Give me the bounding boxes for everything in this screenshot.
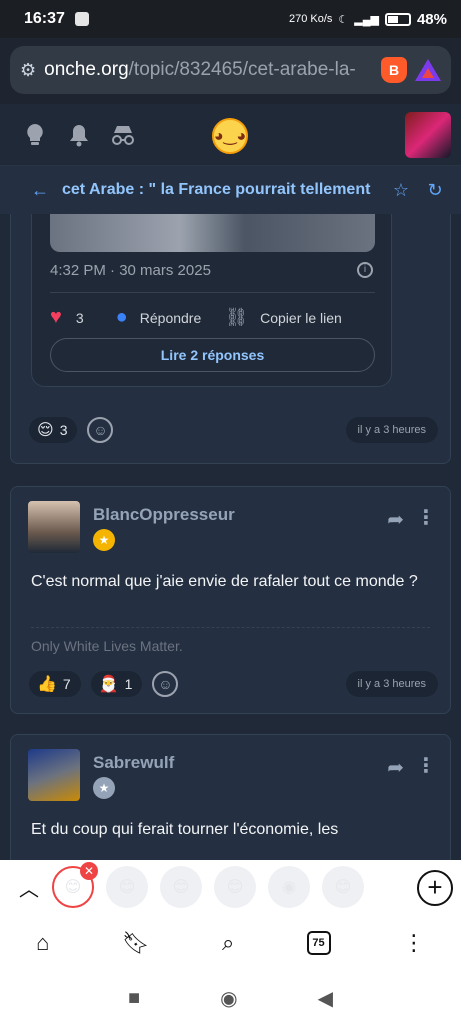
add-reaction-icon[interactable]: ☺ <box>87 417 114 443</box>
search-icon[interactable]: ⌕ <box>222 930 234 956</box>
post-card: Sabrewulf ★ ➦ ⋮ Et du coup qui ferait to… <box>10 734 451 860</box>
author-avatar[interactable] <box>28 749 80 801</box>
battery-percent: 48% <box>416 10 447 28</box>
reaction-chip[interactable]: 🎅 1 <box>90 671 143 697</box>
recents-icon[interactable]: ■ <box>128 987 140 1010</box>
tweet-copy-link[interactable]: Copier le lien <box>260 310 342 326</box>
emoji-item[interactable]: 😊 <box>322 866 364 908</box>
emoji-item[interactable]: 😊 <box>160 866 202 908</box>
reaction-count: 3 <box>59 422 68 438</box>
more-options-icon[interactable]: ⋮ <box>416 753 436 778</box>
author-name[interactable]: Sabrewulf <box>93 753 174 773</box>
site-settings-icon[interactable]: ⚙ <box>20 60 36 81</box>
star-icon[interactable]: ☆ <box>389 180 413 201</box>
home-circle-icon[interactable]: ◉ <box>220 986 237 1011</box>
silver-star-badge-icon: ★ <box>93 777 115 799</box>
post-time: il y a 3 heures <box>345 417 438 443</box>
topic-bar: ← cet Arabe : " la France pourrait telle… <box>0 166 461 214</box>
incognito-icon[interactable] <box>110 122 136 148</box>
post-time: il y a 3 heures <box>345 671 438 697</box>
reply-bubble-icon[interactable]: ● <box>116 306 128 329</box>
url-path: /topic/832465/cet-arabe-la- <box>128 59 356 80</box>
emoji-item[interactable]: ◉ <box>268 866 310 908</box>
post-body: Et du coup qui ferait tourner l'économie… <box>31 821 339 838</box>
close-icon[interactable]: ✕ <box>80 862 98 880</box>
smiley-emoji-icon: 😌 <box>37 422 54 439</box>
reaction-count: 1 <box>124 676 133 692</box>
share-icon[interactable]: ➦ <box>387 507 404 532</box>
user-avatar[interactable] <box>405 112 451 158</box>
emoji-bar: ︿ 😊 ✕ 😊 😊 😊 ◉ 😊 + <box>0 860 461 914</box>
bell-icon[interactable] <box>66 122 92 148</box>
chevron-up-icon[interactable]: ︿ <box>14 873 44 902</box>
brave-shields-icon[interactable]: B <box>381 57 407 83</box>
emoji-item[interactable]: 😊 ✕ <box>52 862 98 908</box>
thumbs-up-emoji-icon: 👍 <box>37 676 57 693</box>
site-header: ◕‿◕ <box>0 104 461 166</box>
back-arrow-icon[interactable]: ← <box>28 180 52 201</box>
lightbulb-icon[interactable] <box>22 122 48 148</box>
tweet-date[interactable]: 4:32 PM · 30 mars 2025 <box>50 262 211 279</box>
address-bar[interactable]: ⚙ onche.org/topic/832465/cet-arabe-la- B <box>10 46 451 94</box>
tweet-reply-link[interactable]: Répondre <box>140 310 202 326</box>
santa-emoji-icon: 🎅 <box>98 676 119 693</box>
reactions-row: 👍 7 🎅 1 ☺ il y a 3 heures <box>29 671 438 697</box>
author-name[interactable]: BlancOppresseur <box>93 505 235 525</box>
divider <box>50 292 375 293</box>
post-card: 4:32 PM · 30 mars 2025 i ♥ 3 ● Répondre … <box>10 214 451 464</box>
heart-icon[interactable]: ♥ <box>50 306 62 329</box>
signal-icon: ▂▄▆ <box>354 13 379 26</box>
browser-bottom-bar: ⌂ 🔖︎ ⌕ 75 ⋮ <box>0 914 461 972</box>
reaction-count: 7 <box>62 676 71 692</box>
share-icon[interactable]: ➦ <box>387 755 404 780</box>
brave-rewards-icon[interactable] <box>415 59 441 81</box>
tab-count-button[interactable]: 75 <box>306 931 331 955</box>
add-emoji-icon[interactable]: + <box>417 870 453 906</box>
site-logo-icon[interactable]: ◕‿◕ <box>212 118 248 154</box>
back-icon[interactable]: ◀ <box>318 986 333 1011</box>
refresh-icon[interactable]: ↻ <box>423 180 447 201</box>
link-icon[interactable]: ⛓ <box>225 307 248 328</box>
url-host: onche.org <box>44 59 129 80</box>
post-card: BlancOppresseur ★ ➦ ⋮ C'est normal que j… <box>10 486 451 714</box>
notification-icon <box>74 12 89 26</box>
topic-title[interactable]: cet Arabe : " la France pourrait telleme… <box>62 181 379 199</box>
embedded-tweet: 4:32 PM · 30 mars 2025 i ♥ 3 ● Répondre … <box>31 214 392 387</box>
read-replies-button[interactable]: Lire 2 réponses <box>50 338 375 372</box>
post-feed[interactable]: 4:32 PM · 30 mars 2025 i ♥ 3 ● Répondre … <box>0 214 461 860</box>
gold-star-badge-icon: ★ <box>93 529 115 551</box>
reaction-chip[interactable]: 👍 7 <box>29 671 81 697</box>
browser-toolbar: ⚙ onche.org/topic/832465/cet-arabe-la- B <box>0 38 461 104</box>
emoji-item[interactable]: 😊 <box>214 866 256 908</box>
system-nav-bar: ■ ◉ ◀ <box>0 972 461 1024</box>
tweet-image[interactable] <box>50 214 375 252</box>
menu-icon[interactable]: ⋮ <box>403 930 425 956</box>
reaction-chip[interactable]: 😌 3 <box>29 417 78 443</box>
author-avatar[interactable] <box>28 501 80 553</box>
reactions-row: 😌 3 ☺ il y a 3 heures <box>29 417 438 443</box>
net-speed: 270 Ko/s <box>288 13 333 25</box>
url-text[interactable]: onche.org/topic/832465/cet-arabe-la- <box>44 59 373 81</box>
tweet-actions: ♥ 3 ● Répondre ⛓ Copier le lien <box>50 306 342 329</box>
post-signature: Only White Lives Matter. <box>31 627 430 654</box>
bookmark-icon[interactable]: 🔖︎ <box>122 930 150 956</box>
add-reaction-icon[interactable]: ☺ <box>152 671 179 697</box>
battery-icon <box>384 12 411 26</box>
post-body: C'est normal que j'aie envie de rafaler … <box>31 573 418 590</box>
tweet-like-count: 3 <box>75 309 84 326</box>
home-icon[interactable]: ⌂ <box>36 930 49 956</box>
more-options-icon[interactable]: ⋮ <box>416 505 436 530</box>
info-icon[interactable]: i <box>357 262 373 278</box>
emoji-item[interactable]: 😊 <box>106 866 148 908</box>
moon-icon: ☾ <box>338 13 349 26</box>
status-time: 16:37 <box>24 10 65 27</box>
status-bar: 16:37 270 Ko/s ☾ ▂▄▆ 48% <box>0 0 461 38</box>
